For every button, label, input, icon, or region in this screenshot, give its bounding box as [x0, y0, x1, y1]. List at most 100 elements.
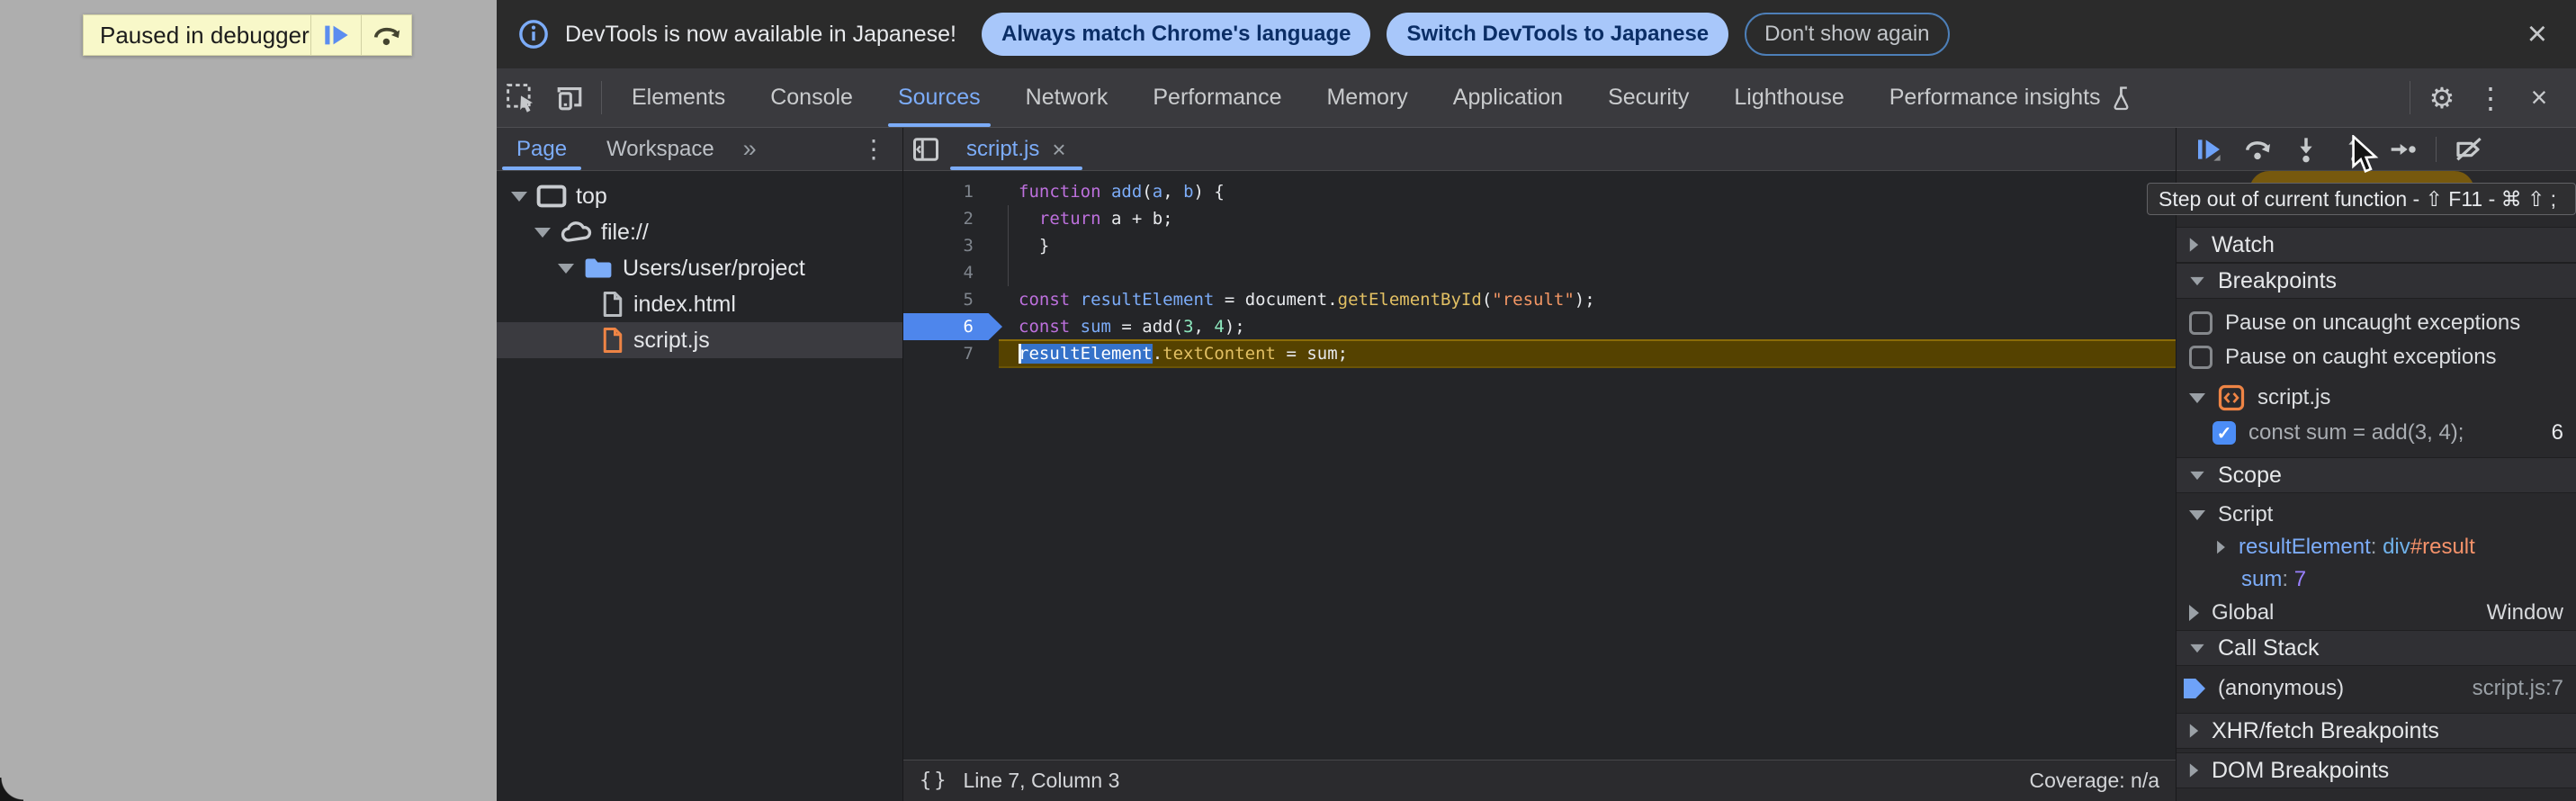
- pause-uncaught-exceptions-row[interactable]: Pause on uncaught exceptions: [2177, 306, 2576, 340]
- devtools-close-icon[interactable]: ×: [2515, 68, 2563, 127]
- expand-arrow-icon[interactable]: [2190, 276, 2204, 284]
- code-line-7[interactable]: 7resultElement.textContent = sum;: [903, 340, 2176, 367]
- scope-script-row[interactable]: Script: [2177, 499, 2576, 531]
- code-line-5[interactable]: 5const resultElement = document.getEleme…: [903, 286, 2176, 313]
- code-line-6[interactable]: 6const sum = add(3, 4);: [903, 313, 2176, 340]
- section-breakpoints[interactable]: Breakpoints: [2177, 263, 2576, 299]
- section-watch[interactable]: Watch: [2177, 227, 2576, 263]
- tab-page[interactable]: Page: [497, 128, 587, 170]
- expand-arrow-icon[interactable]: [534, 228, 551, 238]
- section-xhr-breakpoints[interactable]: XHR/fetch Breakpoints: [2177, 713, 2576, 749]
- expand-arrow-icon[interactable]: [2217, 541, 2225, 554]
- checkbox-checked[interactable]: ✓: [2212, 421, 2236, 445]
- expand-arrow-icon[interactable]: [511, 192, 527, 202]
- collapse-arrow-icon[interactable]: [2190, 238, 2198, 251]
- always-match-language-button[interactable]: Always match Chrome's language: [982, 13, 1371, 56]
- sources-navigator-pane: Page Workspace » ⋮ top: [497, 128, 903, 801]
- scope-global-row[interactable]: Global Window: [2177, 596, 2576, 630]
- more-options-kebab-icon[interactable]: ⋮: [2466, 68, 2515, 127]
- device-toolbar-button[interactable]: [545, 68, 594, 127]
- navigator-kebab-icon[interactable]: ⋮: [845, 128, 902, 170]
- dont-show-again-button[interactable]: Don't show again: [1745, 13, 1949, 56]
- code-line-3[interactable]: 3 }: [903, 232, 2176, 259]
- collapse-arrow-icon[interactable]: [2190, 724, 2198, 737]
- tab-console[interactable]: Console: [748, 68, 875, 127]
- inspect-cursor-icon: [506, 83, 536, 113]
- debugger-sidebar: Watch Breakpoints Pause on uncaught exce…: [2177, 128, 2576, 801]
- tab-security[interactable]: Security: [1585, 68, 1711, 127]
- step-over-button[interactable]: [2236, 130, 2279, 169]
- tree-item-index-html[interactable]: index.html: [497, 286, 902, 322]
- tab-close-icon[interactable]: ×: [1052, 138, 1065, 161]
- expand-arrow-icon[interactable]: [2189, 510, 2205, 520]
- panel-tabs: ElementsConsoleSourcesNetworkPerformance…: [609, 68, 2158, 127]
- step-over-banner-button[interactable]: [361, 15, 411, 55]
- tree-item-project-folder[interactable]: Users/user/project: [497, 250, 902, 286]
- section-call-stack[interactable]: Call Stack: [2177, 630, 2576, 666]
- collapse-arrow-icon[interactable]: [2190, 763, 2198, 777]
- tab-elements[interactable]: Elements: [609, 68, 748, 127]
- resume-script-button[interactable]: [310, 15, 361, 55]
- tree-item-top[interactable]: top: [497, 178, 902, 214]
- section-scope[interactable]: Scope: [2177, 457, 2576, 493]
- section-title: Scope: [2218, 463, 2282, 489]
- expand-arrow-icon[interactable]: [2190, 471, 2204, 479]
- tab-workspace[interactable]: Workspace: [587, 128, 734, 170]
- line-number[interactable]: 2: [903, 205, 974, 232]
- infobar-close-icon[interactable]: ×: [2520, 17, 2554, 51]
- call-stack-frame-row[interactable]: (anonymous) script.js:7: [2177, 671, 2576, 706]
- step-into-button[interactable]: [2284, 130, 2328, 169]
- inspect-element-button[interactable]: [497, 68, 545, 127]
- paused-in-debugger-banner: Paused in debugger: [83, 14, 412, 56]
- settings-gear-icon[interactable]: ⚙: [2418, 68, 2466, 127]
- editor-tab-script-js[interactable]: script.js ×: [948, 128, 1084, 170]
- code-line-1[interactable]: 1function add(a, b) {: [903, 178, 2176, 205]
- toolbar-separator: [2436, 137, 2437, 162]
- pretty-print-icon[interactable]: {}: [920, 770, 949, 792]
- pause-caught-exceptions-row[interactable]: Pause on caught exceptions: [2177, 340, 2576, 374]
- deactivate-breakpoints-button[interactable]: [2447, 130, 2491, 169]
- navigator-tab-strip: Page Workspace » ⋮: [497, 128, 902, 171]
- checkbox-label: Pause on uncaught exceptions: [2225, 310, 2520, 336]
- scope-var-sum[interactable]: sum: 7: [2177, 563, 2576, 596]
- tab-lighthouse[interactable]: Lighthouse: [1711, 68, 1866, 127]
- scope-var-resultelement[interactable]: resultElement: div#result: [2177, 531, 2576, 563]
- line-number[interactable]: 4: [903, 259, 974, 286]
- line-number[interactable]: 3: [903, 232, 974, 259]
- resume-icon: [323, 22, 350, 48]
- expand-arrow-icon[interactable]: [2189, 605, 2199, 621]
- line-number[interactable]: 6: [903, 313, 974, 340]
- tab-sources[interactable]: Sources: [875, 68, 1003, 127]
- tab-application[interactable]: Application: [1431, 68, 1585, 127]
- checkbox-unchecked[interactable]: [2189, 311, 2212, 335]
- expand-arrow-icon[interactable]: [2189, 393, 2205, 403]
- variable-value: 7: [2294, 567, 2306, 591]
- frame-location: script.js:7: [2473, 676, 2563, 701]
- code-line-2[interactable]: 2 return a + b;: [903, 205, 2176, 232]
- line-number[interactable]: 5: [903, 286, 974, 313]
- tree-item-file-origin[interactable]: file://: [497, 214, 902, 250]
- line-number[interactable]: 1: [903, 178, 974, 205]
- step-button[interactable]: [2382, 130, 2425, 169]
- tab-performance-insights[interactable]: Performance insights: [1867, 68, 2158, 127]
- tab-memory[interactable]: Memory: [1304, 68, 1430, 127]
- code-line-4[interactable]: 4: [903, 259, 2176, 286]
- tab-performance[interactable]: Performance: [1130, 68, 1304, 127]
- checkbox-unchecked[interactable]: [2189, 346, 2212, 369]
- tab-network[interactable]: Network: [1003, 68, 1131, 127]
- cloud-icon: [560, 220, 592, 245]
- variable-name: sum: [2241, 567, 2282, 591]
- breakpoint-file-group[interactable]: script.js: [2177, 380, 2576, 416]
- expand-arrow-icon[interactable]: [2190, 644, 2204, 652]
- expand-arrow-icon[interactable]: [558, 264, 574, 274]
- tree-item-script-js[interactable]: script.js: [497, 322, 902, 358]
- resume-button[interactable]: [2187, 130, 2230, 169]
- breakpoint-entry-row[interactable]: ✓ const sum = add(3, 4); 6: [2177, 416, 2576, 450]
- section-dom-breakpoints[interactable]: DOM Breakpoints: [2177, 752, 2576, 788]
- navigator-toggle-button[interactable]: [903, 128, 948, 170]
- switch-devtools-japanese-button[interactable]: Switch DevTools to Japanese: [1387, 13, 1728, 56]
- more-tabs-icon[interactable]: »: [734, 128, 766, 170]
- mouse-cursor: [2350, 135, 2386, 176]
- line-number[interactable]: 7: [903, 340, 974, 367]
- code-editor[interactable]: 1function add(a, b) {2 return a + b;3 }4…: [903, 171, 2176, 760]
